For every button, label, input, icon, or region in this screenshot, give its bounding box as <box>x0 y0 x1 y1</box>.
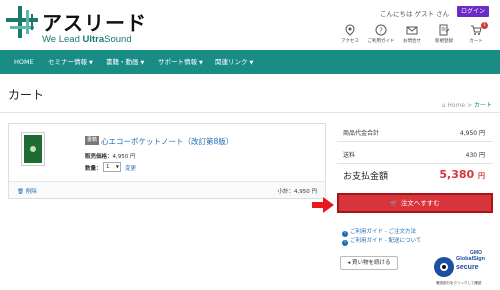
breadcrumb-home[interactable]: Home <box>447 102 465 109</box>
quantity-label: 数量： <box>85 166 102 172</box>
header-cart-link[interactable]: 1 カート <box>461 22 491 48</box>
shipping-row: 送料 430 円 <box>337 142 493 164</box>
continue-shopping-button[interactable]: ◂ 買い物を続ける <box>340 256 398 270</box>
shipping-label: 送料 <box>343 152 356 159</box>
chevron-down-icon: ▼ <box>199 60 203 66</box>
divider <box>0 112 500 113</box>
header-guide-link[interactable]: ? ご利用ガイド <box>366 24 396 48</box>
goods-total-row: 商品代金合計 4,950 円 <box>337 120 493 142</box>
goods-total-label: 商品代金合計 <box>343 130 380 137</box>
arrow-left-icon: ◂ <box>347 260 351 266</box>
header-icon-label: アクセス <box>341 39 359 44</box>
book-cover-image <box>24 135 42 163</box>
shipping-value: 430 円 <box>465 152 485 159</box>
price-value: 4,950 円 <box>112 154 136 160</box>
product-category-tag: 書籍 <box>85 136 100 145</box>
site-logo[interactable]: アスリード We Lead UltraSound <box>6 6 147 45</box>
site-header: アスリード We Lead UltraSound こんにちは ゲスト さん ログ… <box>0 0 500 50</box>
payment-total-value: 5,380 円 <box>439 168 485 181</box>
header-register-link[interactable]: 新規登録 <box>429 24 459 48</box>
quantity-label-row: 数量： <box>85 164 102 172</box>
mail-icon <box>406 26 418 35</box>
gmo-globalsign-seal[interactable]: GMO GlobalSign secure 確認部分をクリックして確認 <box>434 250 496 290</box>
delete-item-link[interactable]: 🗑 削除 <box>17 187 37 195</box>
header-contact-link[interactable]: お問合せ <box>397 24 427 48</box>
cart-row: 書籍 心エコーポケットノート（改訂第8版） 販売価格：4,950 円 数量： 1… <box>9 124 325 181</box>
nav-item-links[interactable]: 関連リンク ▼ <box>215 50 253 74</box>
question-icon: ? <box>375 24 387 36</box>
main-nav: HOME セミナー情報 ▼ 書籍・動画 ▼ サポート情報 ▼ 関連リンク ▼ <box>0 50 500 74</box>
header-icon-label: カート <box>469 39 483 44</box>
subtotal-text: 小計：4,950 円 <box>277 189 318 195</box>
quantity-select[interactable]: 1 ▼ <box>103 162 121 172</box>
product-price: 販売価格：4,950 円 <box>85 152 136 160</box>
product-name-link[interactable]: 心エコーポケットノート（改訂第8版） <box>101 136 233 147</box>
guide-delivery-link[interactable]: i ご利用ガイド - 配送について <box>342 236 421 246</box>
chevron-down-icon: ▼ <box>115 164 119 169</box>
change-quantity-link[interactable]: 変更 <box>125 164 136 172</box>
info-icon: i <box>342 240 348 246</box>
breadcrumb: ⌂ Home > カート <box>442 100 492 109</box>
seal-caption: 確認部分をクリックして確認 <box>436 281 482 285</box>
nav-item-books[interactable]: 書籍・動画 ▼ <box>106 50 144 74</box>
cart-count-badge: 1 <box>481 22 488 29</box>
header-icon-label: ご利用ガイド <box>367 39 395 44</box>
map-pin-icon <box>345 24 355 36</box>
header-access-link[interactable]: アクセス <box>335 24 365 48</box>
logo-text-en: We Lead UltraSound <box>42 34 132 45</box>
proceed-to-order-button[interactable]: 🛒 注文へすすむ <box>337 193 493 213</box>
trash-icon: 🗑 <box>17 189 24 195</box>
goods-total-value: 4,950 円 <box>459 130 485 137</box>
payment-total-label: お支払金額 <box>343 172 389 182</box>
chevron-down-icon: ▼ <box>249 60 254 66</box>
quantity-value: 1 <box>106 164 110 170</box>
header-icon-label: 新規登録 <box>435 39 453 44</box>
nav-item-support[interactable]: サポート情報 ▼ <box>158 50 203 74</box>
seal-eye-icon <box>434 257 454 277</box>
breadcrumb-separator: > <box>467 102 473 109</box>
logo-mark-icon <box>6 6 38 38</box>
seal-text: GlobalSign <box>456 256 486 262</box>
cart-icon: 🛒 <box>390 200 398 207</box>
home-icon: ⌂ <box>441 102 446 109</box>
logo-text-ja: アスリード <box>42 11 147 35</box>
cart-item-box: 書籍 心エコーポケットノート（改訂第8版） 販売価格：4,950 円 数量： 1… <box>8 123 326 199</box>
cart-row-footer: 🗑 削除 小計：4,950 円 <box>9 181 325 198</box>
nav-item-seminar[interactable]: セミナー情報 ▼ <box>48 50 93 74</box>
chevron-down-icon: ▼ <box>89 60 93 66</box>
header-icon-label: お問合せ <box>403 39 421 44</box>
svg-text:?: ? <box>379 27 383 35</box>
greeting-text: こんにちは ゲスト さん <box>380 10 450 18</box>
login-button[interactable]: ログイン <box>457 6 489 17</box>
register-icon <box>439 24 450 36</box>
product-thumbnail[interactable] <box>21 132 45 166</box>
payment-total-row: お支払金額 5,380 円 <box>337 164 493 186</box>
chevron-down-icon: ▼ <box>140 60 145 66</box>
nav-item-home[interactable]: HOME <box>14 50 34 74</box>
page-title: カート <box>8 88 45 102</box>
seal-text: secure <box>456 264 479 271</box>
price-label: 販売価格： <box>85 154 113 160</box>
arrow-right-icon <box>312 197 334 213</box>
breadcrumb-current: カート <box>473 102 492 109</box>
